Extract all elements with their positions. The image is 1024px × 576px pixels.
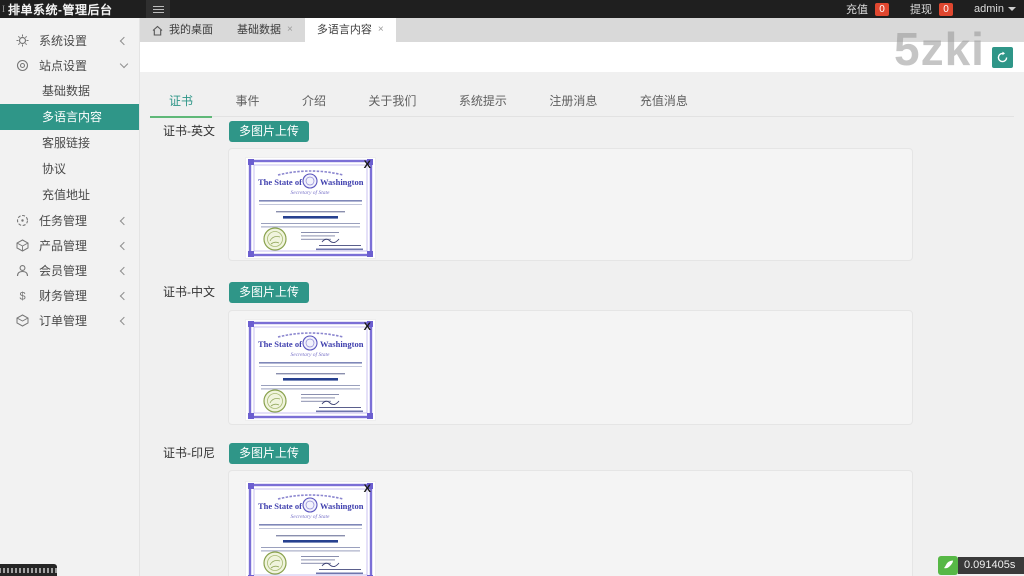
close-icon[interactable]: × <box>378 18 384 42</box>
sidebar-item-label: 会员管理 <box>39 264 88 278</box>
svg-text:$: $ <box>19 291 25 303</box>
order-icon <box>16 314 29 327</box>
tab-label: 多语言内容 <box>316 24 372 36</box>
withdraw-count-badge[interactable]: 0 <box>939 2 954 16</box>
app-title: 排单系统-管理后台 <box>8 2 113 17</box>
chevron-left-icon <box>119 241 129 250</box>
sidebar-item-site-settings[interactable]: 站点设置 <box>0 53 139 78</box>
sidebar-item-member-management[interactable]: 会员管理 <box>0 258 139 283</box>
chevron-left-icon <box>119 216 129 225</box>
tab-basic-data[interactable]: 基础数据 × <box>225 18 305 42</box>
performance-indicator: 0.091405s <box>938 556 1024 575</box>
sidebar-item-label: 系统设置 <box>39 34 88 48</box>
app-logo-icon: I <box>2 4 5 14</box>
toolbar <box>140 42 1024 72</box>
remove-image-button[interactable]: X <box>364 484 371 495</box>
tab-label: 基础数据 <box>237 24 281 36</box>
certificate-image <box>246 320 375 420</box>
sidebar-item-multilang-content[interactable]: 多语言内容 <box>0 104 139 130</box>
sidebar-item-product-management[interactable]: 产品管理 <box>0 233 139 258</box>
certificate-thumbnail[interactable]: X <box>246 158 375 258</box>
sidebar-item-label: 站点设置 <box>39 59 88 73</box>
close-icon[interactable]: × <box>287 18 293 42</box>
tab-multilang-content[interactable]: 多语言内容 × <box>304 18 396 42</box>
topbar-right: 充值 0 提现 0 admin <box>846 1 1024 17</box>
refresh-icon <box>997 51 1008 63</box>
certificate-thumbnail[interactable]: X <box>246 482 375 576</box>
multi-upload-button[interactable]: 多图片上传 <box>229 282 310 303</box>
site-icon <box>16 59 29 72</box>
tab-recharge-message[interactable]: 充值消息 <box>621 87 707 116</box>
username: admin <box>974 3 1004 15</box>
upload-panel-cert-zh: X <box>228 310 913 425</box>
remove-image-button[interactable]: X <box>364 322 371 333</box>
browser-status-tooltip <box>0 564 57 576</box>
multi-upload-button[interactable]: 多图片上传 <box>229 121 310 142</box>
tab-about-us[interactable]: 关于我们 <box>349 87 435 116</box>
think-leaf-icon[interactable] <box>938 556 958 575</box>
topbar: I 排单系统-管理后台 充值 0 提现 0 admin <box>0 0 1024 18</box>
user-menu[interactable]: admin <box>974 3 1016 15</box>
chevron-left-icon <box>119 266 129 275</box>
sidebar-item-label: 产品管理 <box>39 239 88 253</box>
tab-register-message[interactable]: 注册消息 <box>530 87 616 116</box>
sidebar-item-label: 财务管理 <box>39 289 88 303</box>
task-icon <box>16 214 29 227</box>
sidebar-item-label: 订单管理 <box>39 314 88 328</box>
tab-label: 我的桌面 <box>169 24 213 36</box>
member-icon <box>16 264 29 277</box>
sidebar-item-order-management[interactable]: 订单管理 <box>0 308 139 333</box>
content-tabs: 证书 事件 介绍 关于我们 系统提示 注册消息 充值消息 <box>150 87 1014 118</box>
tab-my-desktop[interactable]: 我的桌面 <box>140 18 225 42</box>
window-tabstrip: 我的桌面 基础数据 × 多语言内容 × <box>140 18 1024 42</box>
sidebar: 系统设置 站点设置 基础数据 多语言内容 客服链接 协议 充值地址 任务管理 产… <box>0 18 140 576</box>
sidebar-item-agreement[interactable]: 协议 <box>0 156 139 182</box>
recharge-link[interactable]: 充值 <box>846 1 868 17</box>
sidebar-item-task-management[interactable]: 任务管理 <box>0 208 139 233</box>
upload-panel-cert-en: X <box>228 148 913 261</box>
sidebar-item-recharge-address[interactable]: 充值地址 <box>0 182 139 208</box>
upload-panel-cert-id: X <box>228 470 913 576</box>
recharge-count-badge[interactable]: 0 <box>875 2 890 16</box>
field-label-cert-id: 证书-印尼 <box>163 446 215 460</box>
refresh-button[interactable] <box>992 47 1013 68</box>
tab-certificate[interactable]: 证书 <box>150 87 213 118</box>
field-label-cert-zh: 证书-中文 <box>163 285 215 299</box>
chevron-down-icon <box>119 59 129 69</box>
sidebar-item-label: 任务管理 <box>39 214 88 228</box>
remove-image-button[interactable]: X <box>364 160 371 171</box>
certificate-thumbnail[interactable]: X <box>246 320 375 420</box>
certificate-image <box>246 482 375 576</box>
sidebar-item-system-settings[interactable]: 系统设置 <box>0 28 139 53</box>
sidebar-toggle-button[interactable] <box>146 0 170 18</box>
certificate-image <box>246 158 375 258</box>
chevron-left-icon <box>119 316 129 325</box>
product-icon <box>16 239 29 252</box>
chevron-left-icon <box>119 291 129 300</box>
tab-system-prompt[interactable]: 系统提示 <box>440 87 526 116</box>
chevron-down-icon <box>1008 7 1016 11</box>
sidebar-item-service-link[interactable]: 客服链接 <box>0 130 139 156</box>
home-icon <box>152 25 163 36</box>
withdraw-link[interactable]: 提现 <box>910 1 932 17</box>
hamburger-icon <box>152 8 164 10</box>
chevron-left-icon <box>119 36 129 45</box>
load-time-badge: 0.091405s <box>958 557 1024 574</box>
finance-icon: $ <box>16 289 29 303</box>
field-label-cert-en: 证书-英文 <box>163 124 215 138</box>
tab-introduction[interactable]: 介绍 <box>283 87 345 116</box>
tab-event[interactable]: 事件 <box>216 87 278 116</box>
gear-icon <box>16 34 29 47</box>
sidebar-item-basic-data[interactable]: 基础数据 <box>0 78 139 104</box>
sidebar-item-finance-management[interactable]: $ 财务管理 <box>0 283 139 308</box>
multi-upload-button[interactable]: 多图片上传 <box>229 443 310 464</box>
